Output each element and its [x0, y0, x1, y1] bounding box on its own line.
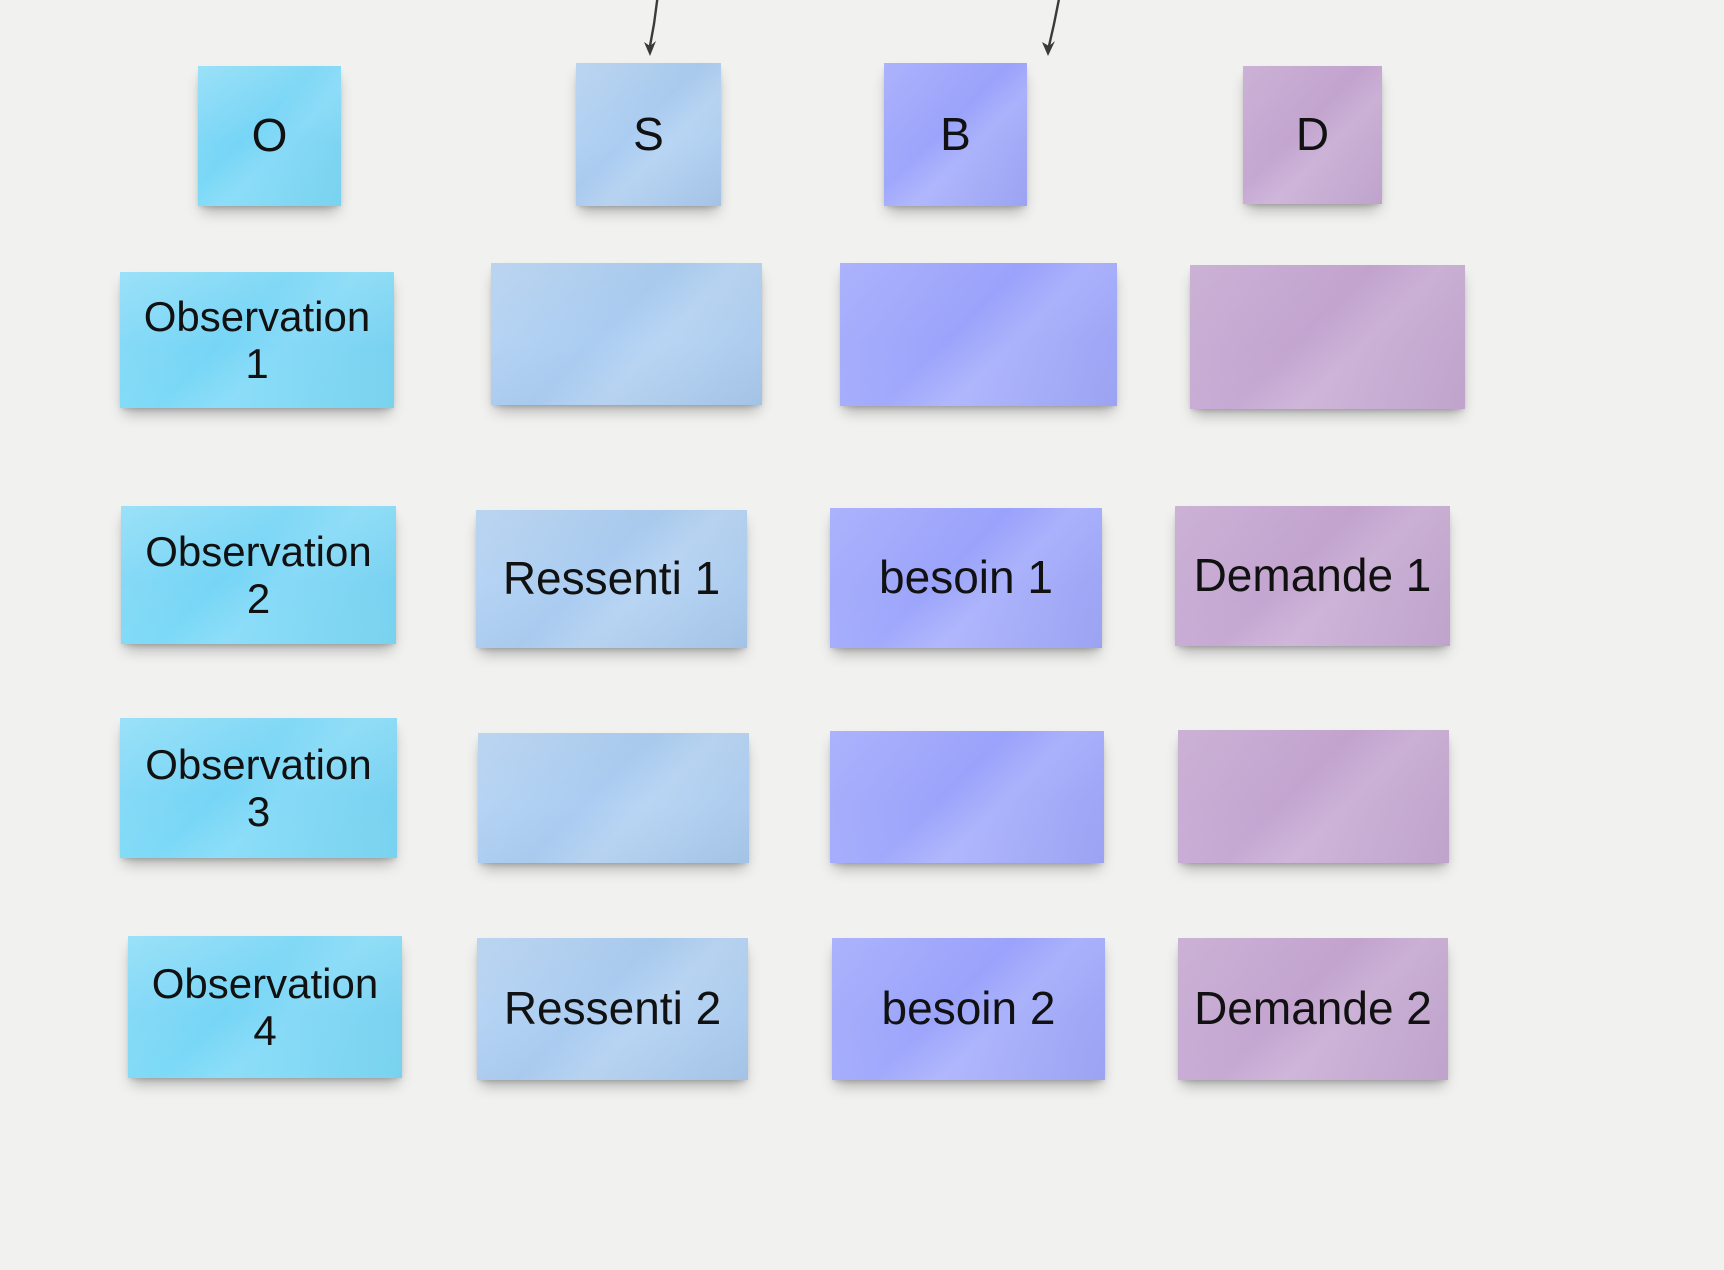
header-note-label: B	[940, 107, 971, 160]
arrow-to-ressenti-header	[644, 0, 659, 56]
header-note-observation[interactable]: O	[198, 66, 341, 206]
header-note-besoin[interactable]: B	[884, 63, 1027, 206]
note-besoin-2[interactable]: besoin 2	[832, 938, 1105, 1080]
note-observation-3[interactable]: Observation 3	[120, 718, 397, 858]
note-text: Demande 2	[1194, 982, 1432, 1035]
note-text: Ressenti 1	[502, 552, 721, 605]
note-text: besoin 2	[881, 982, 1056, 1035]
note-text: besoin 1	[879, 551, 1053, 604]
note-ressenti-row1-empty[interactable]	[491, 263, 762, 405]
note-text: Observation 4	[151, 959, 379, 1054]
note-text: Demande 1	[1193, 549, 1432, 602]
note-besoin-1[interactable]: besoin 1	[830, 508, 1102, 648]
note-demande-2[interactable]: Demande 2	[1178, 938, 1448, 1080]
note-demande-row1-empty[interactable]	[1190, 265, 1465, 409]
note-text: Observation 1	[143, 292, 371, 387]
header-note-label: O	[251, 109, 288, 162]
note-observation-1[interactable]: Observation 1	[120, 272, 394, 408]
header-note-demande[interactable]: D	[1243, 66, 1382, 204]
note-demande-row3-empty[interactable]	[1178, 730, 1449, 863]
header-note-label: S	[633, 107, 664, 160]
note-ressenti-row3-empty[interactable]	[478, 733, 749, 863]
note-text: Observation 3	[145, 740, 372, 835]
header-note-ressenti[interactable]: S	[576, 63, 721, 206]
note-observation-4[interactable]: Observation 4	[128, 936, 402, 1078]
note-text: Observation 2	[145, 527, 372, 622]
header-note-label: D	[1295, 108, 1330, 161]
arrow-to-besoin-header	[1042, 0, 1061, 56]
note-demande-1[interactable]: Demande 1	[1175, 506, 1450, 646]
note-besoin-row3-empty[interactable]	[830, 731, 1104, 863]
note-besoin-row1-empty[interactable]	[840, 263, 1117, 406]
note-ressenti-1[interactable]: Ressenti 1	[476, 510, 747, 648]
note-observation-2[interactable]: Observation 2	[121, 506, 396, 644]
note-text: Ressenti 2	[503, 982, 722, 1035]
sticky-note-board: O S B D Observation 1 Observation 2 Ress…	[0, 0, 1724, 1270]
note-ressenti-2[interactable]: Ressenti 2	[477, 938, 748, 1080]
